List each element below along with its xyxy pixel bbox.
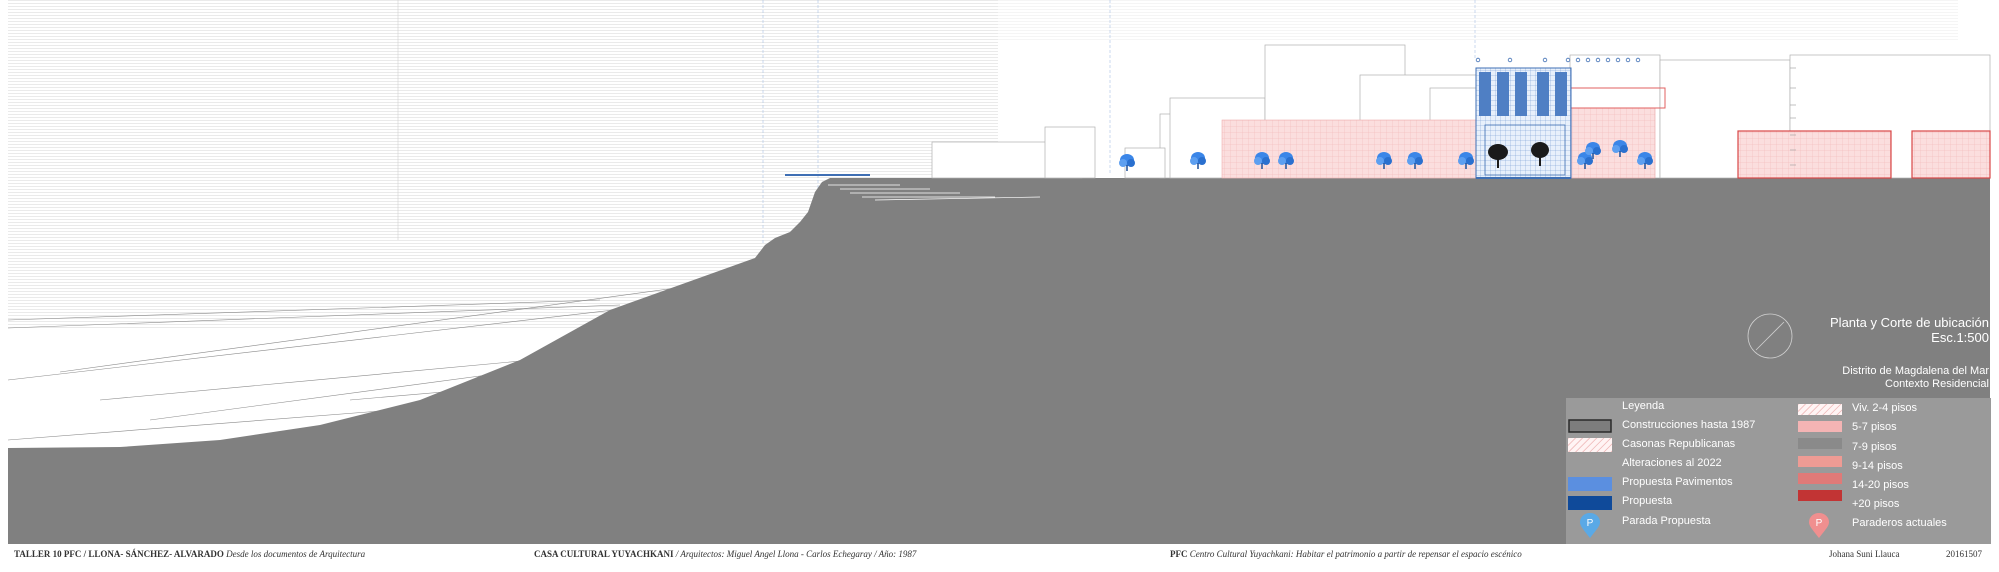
parking-letter-red: P: [1816, 518, 1823, 529]
footer-taller-bold: TALLER 10 PFC / LLONA- SÁNCHEZ- ALVARADO: [14, 549, 224, 559]
footer-author: Johana Suni Llauca: [1829, 549, 1900, 559]
footer-pfc-italic: Centro Cultural Yuyachkani: Habitar el p…: [1189, 549, 1522, 559]
legend-swatch-propuesta: [1568, 496, 1612, 510]
footer-taller-italic: Desde los documentos de Arquitectura: [226, 549, 366, 559]
context-label: Contexto Residencial: [1885, 378, 1989, 390]
drawing-subtitle-block: Distrito de Magdalena del Mar Contexto R…: [1842, 365, 1989, 391]
legend-label-parada: Parada Propuesta: [1622, 515, 1711, 527]
footer-casa-bold: CASA CULTURAL YUYACHKANI: [534, 549, 674, 559]
drawing-title-block: Planta y Corte de ubicación Esc.1:500: [1830, 315, 1989, 345]
parking-pin-blue-icon: P: [1580, 513, 1600, 538]
district-label: Distrito de Magdalena del Mar: [1842, 365, 1989, 377]
legend-heading: Leyenda: [1622, 400, 1665, 412]
legend-label-5-7: 5-7 pisos: [1852, 421, 1897, 433]
legend-swatch-20-plus: [1798, 490, 1842, 501]
legend-swatch-14-20: [1798, 473, 1842, 484]
legend-swatch-viv-2-4: [1798, 404, 1842, 415]
legend-label-pavimentos: Propuesta Pavimentos: [1622, 476, 1733, 488]
proposal-building: [1475, 67, 1572, 179]
legend-label-20-plus: +20 pisos: [1852, 498, 1900, 510]
legend-swatch-9-14: [1798, 456, 1842, 467]
legend-label-viv-2-4: Viv. 2-4 pisos: [1852, 402, 1918, 414]
legend-swatch-pavimentos: [1568, 477, 1612, 491]
footer-pfc-bold: PFC: [1170, 549, 1188, 559]
legend-label-9-14: 9-14 pisos: [1852, 460, 1903, 472]
legend-label-paraderos: Paraderos actuales: [1852, 517, 1947, 529]
drawing-scale: Esc.1:500: [1931, 330, 1989, 345]
legend-label-14-20: 14-20 pisos: [1852, 479, 1909, 491]
legend-swatch-5-7: [1798, 421, 1842, 432]
parking-pin-red-icon: P: [1809, 513, 1829, 538]
drawing-title: Planta y Corte de ubicación: [1830, 315, 1989, 330]
legend-label-propuesta: Propuesta: [1622, 495, 1673, 507]
legend-label-alteraciones: Alteraciones al 2022: [1622, 457, 1722, 469]
legend-label-7-9: 7-9 pisos: [1852, 441, 1897, 453]
footer-casa-cultural: CASA CULTURAL YUYACHKANI / Arquitectos: …: [534, 549, 916, 559]
legend-panel: Leyenda Construcciones hasta 1987 Casona…: [1566, 398, 1991, 544]
legend-swatch-casonas: [1568, 438, 1612, 452]
footer-code: 20161507: [1946, 549, 1982, 559]
footer-pfc: PFC Centro Cultural Yuyachkani: Habitar …: [1170, 549, 1522, 559]
legend-label-construcciones: Construcciones hasta 1987: [1622, 419, 1756, 431]
legend-swatch-7-9: [1798, 438, 1842, 449]
legend-label-casonas: Casonas Republicanas: [1622, 438, 1736, 450]
footer-taller: TALLER 10 PFC / LLONA- SÁNCHEZ- ALVARADO…: [14, 549, 365, 559]
parking-letter: P: [1587, 518, 1594, 529]
legend-swatch-construcciones: [1568, 419, 1612, 433]
footer-casa-italic: / Arquitectos: Miguel Angel Llona - Carl…: [675, 549, 917, 559]
